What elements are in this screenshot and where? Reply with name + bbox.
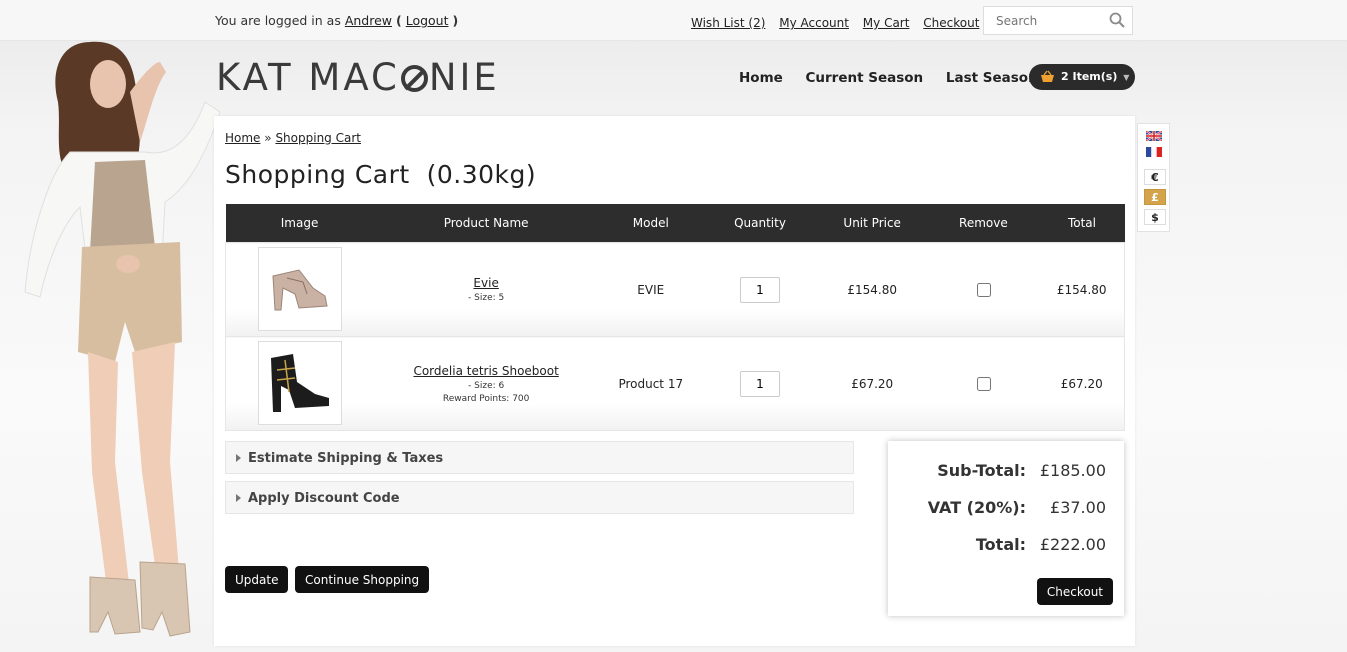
nav-last-season[interactable]: Last Season — [946, 70, 1038, 86]
logo-text-end: NIE — [428, 56, 500, 99]
breadcrumb: Home » Shopping Cart — [225, 131, 361, 145]
cell-model: Product 17 — [598, 336, 703, 431]
basket-icon — [1041, 70, 1054, 82]
my-cart-link[interactable]: My Cart — [863, 16, 910, 30]
uk-flag-icon[interactable] — [1146, 131, 1162, 141]
subtotal-label: Sub-Total: — [937, 461, 1026, 480]
language-currency-selector: € £ $ — [1137, 123, 1170, 232]
estimate-shipping-label: Estimate Shipping & Taxes — [248, 451, 444, 466]
discount-code-label: Apply Discount Code — [248, 491, 400, 506]
checkout-link[interactable]: Checkout — [923, 16, 979, 30]
nav-home[interactable]: Home — [739, 70, 783, 86]
open-paren: ( — [396, 13, 402, 28]
table-row: Evie - Size: 5 EVIE £154.80 £154.80 — [224, 242, 1126, 337]
shoe-image — [270, 353, 329, 412]
main-content-panel: Home » Shopping Cart Shopping Cart (0.30… — [214, 116, 1135, 646]
header-remove: Remove — [927, 204, 1040, 243]
estimate-shipping-toggle[interactable]: Estimate Shipping & Taxes — [225, 441, 854, 474]
cart-table: Image Product Name Model Quantity Unit P… — [224, 204, 1126, 431]
cell-remove — [927, 242, 1040, 337]
cell-product-name: Cordelia tetris Shoeboot - Size: 6 Rewar… — [373, 336, 599, 431]
breadcrumb-home[interactable]: Home — [225, 131, 260, 145]
checkout-button[interactable]: Checkout — [1036, 578, 1113, 605]
remove-checkbox[interactable] — [976, 376, 991, 391]
search-input[interactable] — [994, 13, 1108, 29]
france-flag-icon[interactable] — [1146, 147, 1162, 157]
my-account-link[interactable]: My Account — [779, 16, 849, 30]
product-thumbnail-evie[interactable] — [257, 246, 342, 331]
chevron-down-icon: ▼ — [1123, 73, 1130, 82]
continue-shopping-button[interactable]: Continue Shopping — [295, 566, 430, 593]
total-value: £222.00 — [1039, 535, 1106, 554]
wishlist-link[interactable]: Wish List (2) — [691, 16, 765, 30]
subtotal-row: Sub-Total: £185.00 — [906, 461, 1106, 483]
header-total: Total — [1039, 204, 1125, 243]
shoe-image — [272, 268, 328, 310]
header-model: Model — [598, 204, 703, 243]
total-row: Total: £222.00 — [906, 535, 1106, 557]
search-box — [983, 6, 1133, 35]
login-prefix: You are logged in as — [215, 13, 341, 28]
table-row: Cordelia tetris Shoeboot - Size: 6 Rewar… — [224, 336, 1126, 431]
product-option: - Size: 5 — [468, 293, 505, 303]
logo-o-symbol — [400, 65, 428, 92]
page-title: Shopping Cart (0.30kg) — [225, 160, 537, 189]
cell-remove — [927, 336, 1040, 431]
breadcrumb-separator: » — [264, 131, 272, 145]
cell-image — [224, 242, 374, 337]
brand-logo[interactable]: KAT MAC NIE — [216, 56, 500, 99]
subtotal-value: £185.00 — [1039, 461, 1106, 480]
product-link-cordelia[interactable]: Cordelia tetris Shoeboot — [413, 364, 558, 378]
discount-code-toggle[interactable]: Apply Discount Code — [225, 481, 854, 514]
currency-pound[interactable]: £ — [1144, 189, 1166, 205]
username-link[interactable]: Andrew — [345, 13, 392, 28]
header-product-name: Product Name — [373, 204, 599, 243]
cell-model: EVIE — [598, 242, 703, 337]
fashion-model-image — [24, 41, 221, 637]
cell-product-name: Evie - Size: 5 — [373, 242, 599, 337]
cell-unit-price: £154.80 — [817, 242, 928, 337]
login-status: You are logged in as Andrew ( Logout ) — [215, 13, 458, 28]
cell-total: £154.80 — [1039, 242, 1126, 337]
remove-checkbox[interactable] — [976, 282, 991, 297]
cart-totals: Sub-Total: £185.00 VAT (20%): £37.00 Tot… — [888, 441, 1124, 616]
cart-dropdown-button[interactable]: 2 Item(s) ▼ — [1029, 64, 1135, 90]
update-button[interactable]: Update — [225, 566, 289, 593]
currency-euro[interactable]: € — [1144, 169, 1166, 185]
cell-image — [224, 336, 374, 431]
cell-quantity — [702, 242, 818, 337]
quantity-input[interactable] — [739, 276, 780, 303]
cell-quantity — [702, 336, 818, 431]
account-links: Wish List (2) My Account My Cart Checkou… — [691, 16, 989, 30]
currency-dollar[interactable]: $ — [1144, 209, 1166, 225]
quantity-input[interactable] — [739, 370, 780, 397]
product-option: - Size: 6 — [468, 380, 505, 391]
logo-text-start: KAT MAC — [216, 56, 400, 99]
search-icon[interactable] — [1109, 12, 1125, 28]
vat-label: VAT (20%): — [927, 498, 1026, 517]
logout-link[interactable]: Logout — [406, 13, 449, 28]
product-thumbnail-cordelia[interactable] — [257, 340, 342, 425]
nav-current-season[interactable]: Current Season — [806, 70, 924, 86]
cell-total: £67.20 — [1039, 336, 1126, 431]
header-unit-price: Unit Price — [817, 204, 928, 243]
table-header-row: Image Product Name Model Quantity Unit P… — [225, 204, 1125, 243]
close-paren: ) — [452, 13, 459, 28]
vat-value: £37.00 — [1050, 498, 1106, 517]
chevron-right-icon — [236, 454, 241, 462]
vat-row: VAT (20%): £37.00 — [906, 498, 1106, 520]
chevron-right-icon — [236, 494, 241, 502]
header-quantity: Quantity — [702, 204, 818, 243]
main-navigation: Home Current Season Last Season — [739, 70, 1056, 86]
product-reward-points: Reward Points: 700 — [442, 393, 530, 404]
cart-count-label: 2 Item(s) — [1061, 70, 1118, 83]
product-link-evie[interactable]: Evie — [473, 276, 498, 290]
header-image: Image — [225, 204, 374, 243]
total-label: Total: — [975, 535, 1026, 554]
cell-unit-price: £67.20 — [817, 336, 928, 431]
breadcrumb-shopping-cart[interactable]: Shopping Cart — [275, 131, 361, 145]
